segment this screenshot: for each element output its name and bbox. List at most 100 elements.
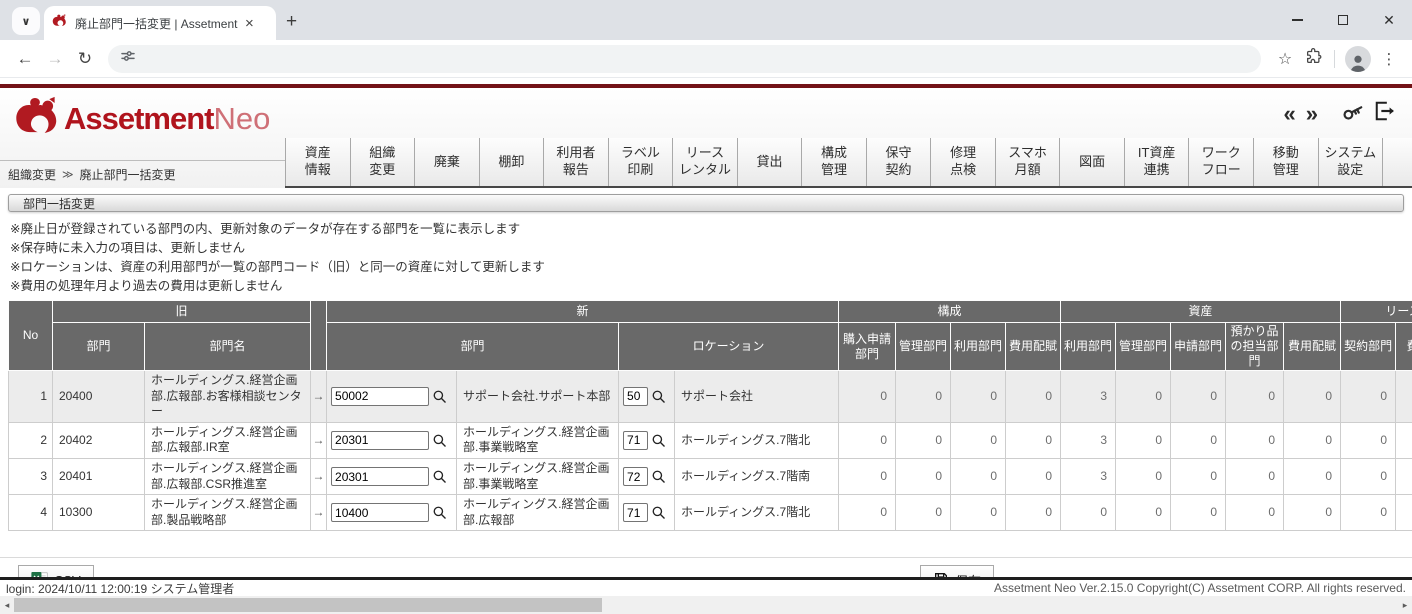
location-code-input[interactable] xyxy=(623,503,648,522)
nav-item-10[interactable]: 修理 点検 xyxy=(930,138,995,186)
expand-menu-icon[interactable]: » xyxy=(1306,103,1318,125)
nav-item-8[interactable]: 構成 管理 xyxy=(801,138,866,186)
nav-item-16[interactable]: システム 設定 xyxy=(1318,138,1383,186)
scrollbar-thumb[interactable] xyxy=(14,598,602,612)
table-row: 410300ホールディングス.経営企画部.製品戦略部→ホールディングス.経営企画… xyxy=(9,495,1412,531)
nav-item-7[interactable]: 貸出 xyxy=(737,138,802,186)
notes-block: ※廃止日が登録されている部門の内、更新対象のデータが存在する部門を一覧に表示しま… xyxy=(10,220,1412,296)
table-row: 320401ホールディングス.経営企画部.広報部.CSR推進室→ホールディングス… xyxy=(9,458,1412,494)
breadcrumb-parent-link[interactable]: 組織変更 xyxy=(8,166,56,183)
location-name-cell: サポート会社 xyxy=(675,371,839,423)
new-dept-name-cell: ホールディングス.経営企画部.事業戦略室 xyxy=(457,458,619,494)
nav-item-5[interactable]: ラベル 印刷 xyxy=(608,138,673,186)
search-lookup-icon[interactable] xyxy=(651,469,666,484)
app-logo[interactable]: AssetmentNeo xyxy=(14,96,270,141)
breadcrumb-current: 廃止部門一括変更 xyxy=(80,166,176,183)
tab-search-chevron-icon[interactable]: ∨ xyxy=(12,7,40,35)
col-header-arrow-gap xyxy=(311,301,327,371)
old-dept-name-cell: ホールディングス.経営企画部.広報部.CSR推進室 xyxy=(145,458,311,494)
table-body: 120400ホールディングス.経営企画部.広報部.お客様相談センター→サポート会… xyxy=(9,371,1412,531)
back-button[interactable]: ← xyxy=(10,49,40,69)
col-group-kousei: 構成 xyxy=(839,301,1061,323)
arrow-cell: → xyxy=(311,458,327,494)
location-code-input[interactable] xyxy=(623,387,648,406)
tab-close-icon[interactable]: × xyxy=(245,16,254,31)
location-code-input[interactable] xyxy=(623,467,648,486)
col-header-lease-contract-dept: 契約部門 xyxy=(1341,323,1396,371)
forward-button[interactable]: → xyxy=(40,49,70,69)
table-row: 120400ホールディングス.経営企画部.広報部.お客様相談センター→サポート会… xyxy=(9,371,1412,423)
count-cell: 0 xyxy=(1284,495,1341,531)
nav-item-13[interactable]: IT資産 連携 xyxy=(1124,138,1189,186)
note-line-1: ※保存時に未入力の項目は、更新しません xyxy=(10,239,1412,258)
note-line-3: ※費用の処理年月より過去の費用は更新しません xyxy=(10,277,1412,296)
search-lookup-icon[interactable] xyxy=(651,433,666,448)
nav-item-6[interactable]: リース レンタル xyxy=(672,138,737,186)
reload-button[interactable]: ↻ xyxy=(70,49,100,69)
collapse-menu-icon[interactable]: « xyxy=(1284,103,1296,125)
col-header-purchase-request-dept: 購入申請部門 xyxy=(839,323,896,371)
old-dept-code-cell: 20400 xyxy=(53,371,145,423)
window-minimize-button[interactable] xyxy=(1274,0,1320,40)
search-lookup-icon[interactable] xyxy=(651,389,666,404)
search-lookup-icon[interactable] xyxy=(432,389,447,404)
logout-icon[interactable] xyxy=(1374,100,1396,127)
nav-item-0[interactable]: 資産 情報 xyxy=(285,138,350,186)
new-dept-code-input[interactable] xyxy=(331,387,429,406)
col-header-asset-cost-alloc: 費用配賦 xyxy=(1284,323,1341,371)
scroll-left-arrow-icon[interactable]: ◂ xyxy=(0,596,14,614)
nav-item-2[interactable]: 廃棄 xyxy=(414,138,479,186)
location-code-cell xyxy=(619,495,675,531)
nav-item-11[interactable]: スマホ 月額 xyxy=(995,138,1060,186)
nav-item-1[interactable]: 組織 変更 xyxy=(350,138,415,186)
col-header-asset-use-dept: 利用部門 xyxy=(1061,323,1116,371)
location-code-input[interactable] xyxy=(623,431,648,450)
location-name-cell: ホールディングス.7階北 xyxy=(675,495,839,531)
window-maximize-button[interactable] xyxy=(1320,0,1366,40)
count-cell: 0 xyxy=(1226,371,1284,423)
extensions-icon[interactable] xyxy=(1299,47,1329,70)
search-lookup-icon[interactable] xyxy=(651,505,666,520)
scroll-right-arrow-icon[interactable]: ▸ xyxy=(1398,596,1412,614)
col-group-shisan: 資産 xyxy=(1061,301,1341,323)
count-cell xyxy=(1396,371,1412,423)
logo-accent-text: Neo xyxy=(214,101,271,137)
new-dept-code-input[interactable] xyxy=(331,431,429,450)
nav-item-9[interactable]: 保守 契約 xyxy=(866,138,931,186)
search-lookup-icon[interactable] xyxy=(432,469,447,484)
bookmark-star-icon[interactable]: ☆ xyxy=(1271,49,1299,69)
count-cell: 0 xyxy=(896,371,951,423)
new-dept-code-input[interactable] xyxy=(331,467,429,486)
profile-avatar[interactable] xyxy=(1345,46,1371,72)
new-dept-code-input[interactable] xyxy=(331,503,429,522)
browser-menu-icon[interactable]: ⋮ xyxy=(1376,50,1402,68)
browser-tab[interactable]: 廃止部門一括変更 | Assetment × xyxy=(44,6,276,40)
count-cell xyxy=(1396,495,1412,531)
new-tab-button[interactable]: + xyxy=(286,12,297,31)
count-cell: 3 xyxy=(1061,422,1116,458)
nav-item-3[interactable]: 棚卸 xyxy=(479,138,544,186)
nav-item-14[interactable]: ワーク フロー xyxy=(1188,138,1253,186)
key-icon[interactable] xyxy=(1342,100,1364,127)
horizontal-scrollbar[interactable]: ◂ ▸ xyxy=(0,596,1412,614)
count-cell: 0 xyxy=(1116,422,1171,458)
nav-item-4[interactable]: 利用者 報告 xyxy=(543,138,608,186)
address-bar[interactable] xyxy=(108,45,1261,73)
col-header-kousei-cost-alloc: 費用配賦 xyxy=(1006,323,1061,371)
count-cell: 0 xyxy=(1171,495,1226,531)
section-title-bar[interactable]: 部門一括変更 xyxy=(8,194,1404,212)
maximize-icon xyxy=(1338,15,1348,25)
count-cell: 0 xyxy=(1341,495,1396,531)
count-cell: 0 xyxy=(1341,422,1396,458)
browser-tab-bar: ∨ 廃止部門一括変更 | Assetment × + ✕ xyxy=(0,0,1412,40)
search-lookup-icon[interactable] xyxy=(432,505,447,520)
col-header-kousei-use-dept: 利用部門 xyxy=(951,323,1006,371)
site-settings-icon[interactable] xyxy=(120,48,136,69)
count-cell: 0 xyxy=(1171,371,1226,423)
window-close-button[interactable]: ✕ xyxy=(1366,0,1412,40)
count-cell: 0 xyxy=(1284,458,1341,494)
search-lookup-icon[interactable] xyxy=(432,433,447,448)
count-cell: 3 xyxy=(1061,371,1116,423)
nav-item-12[interactable]: 図面 xyxy=(1059,138,1124,186)
nav-item-15[interactable]: 移動 管理 xyxy=(1253,138,1318,186)
